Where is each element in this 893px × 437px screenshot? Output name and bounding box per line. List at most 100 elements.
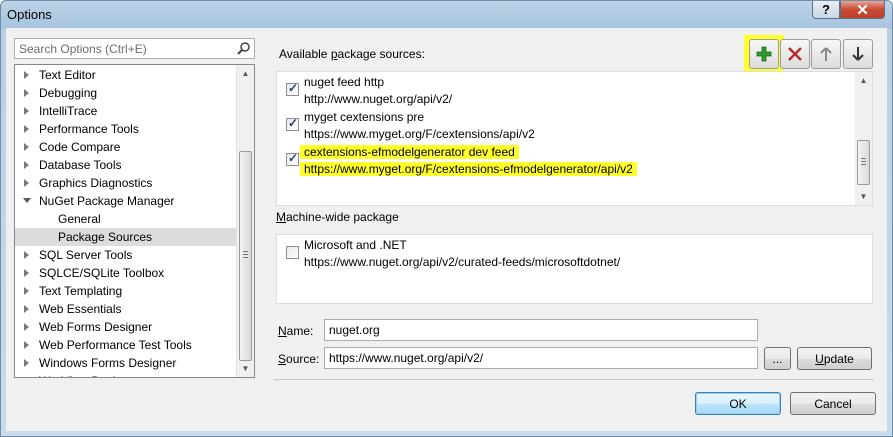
browse-button[interactable]: ...	[764, 347, 791, 370]
x-icon	[788, 47, 802, 61]
tree-item[interactable]: General	[15, 210, 237, 228]
source-enabled-checkbox[interactable]	[286, 81, 299, 96]
tree-item-label: Web Forms Designer	[39, 320, 153, 334]
sources-scrollbar[interactable]: ▲ ▼	[855, 72, 872, 205]
tree-item[interactable]: Performance Tools	[15, 120, 237, 138]
tree-item[interactable]: Text Editor	[15, 66, 237, 84]
source-name: cextensions-efmodelgenerator dev feed	[300, 145, 519, 159]
collapsed-arrow-icon[interactable]	[24, 251, 29, 259]
options-window: Options ? ✕ Search Options (Ctrl+E) Text…	[0, 0, 893, 437]
tree-item-label: Workflow Designer	[39, 372, 139, 377]
collapsed-arrow-icon[interactable]	[24, 107, 29, 115]
expanded-arrow-icon[interactable]	[23, 198, 31, 203]
arrow-down-icon	[852, 47, 864, 61]
move-up-button[interactable]	[811, 39, 841, 69]
collapsed-arrow-icon[interactable]	[24, 161, 29, 169]
title-bar: Options ? ✕	[1, 1, 892, 28]
source-url: https://www.myget.org/F/cextensions-efmo…	[300, 162, 637, 176]
tree-item[interactable]: SQL Server Tools	[15, 246, 237, 264]
tree-item-label: Web Performance Test Tools	[39, 338, 192, 352]
update-button[interactable]: Update	[797, 347, 872, 370]
package-sources-list[interactable]: nuget feed http http://www.nuget.org/api/…	[276, 71, 873, 206]
collapsed-arrow-icon[interactable]	[24, 359, 29, 367]
search-icon[interactable]	[236, 41, 251, 56]
collapsed-arrow-icon[interactable]	[24, 377, 29, 378]
window-title: Options	[7, 7, 52, 22]
collapsed-arrow-icon[interactable]	[24, 287, 29, 295]
scroll-thumb[interactable]	[239, 151, 252, 361]
source-field[interactable]: https://www.nuget.org/api/v2/	[324, 347, 758, 369]
available-sources-label: Available package sources:	[279, 47, 425, 61]
collapsed-arrow-icon[interactable]	[24, 71, 29, 79]
tree-item[interactable]: Web Performance Test Tools	[15, 336, 237, 354]
scroll-up-icon[interactable]: ▲	[237, 65, 254, 82]
tree-item[interactable]: Workflow Designer	[15, 372, 237, 378]
arrow-up-icon	[820, 47, 832, 61]
add-source-button[interactable]	[749, 39, 779, 69]
collapsed-arrow-icon[interactable]	[24, 269, 29, 277]
collapsed-arrow-icon[interactable]	[24, 179, 29, 187]
source-enabled-checkbox[interactable]	[286, 246, 299, 259]
tree-item-label: SQL Server Tools	[39, 248, 133, 262]
move-down-button[interactable]	[843, 39, 873, 69]
source-name: nuget feed http	[304, 75, 385, 89]
source-name: Microsoft and .NET	[304, 238, 407, 252]
tree-item-label: Database Tools	[39, 158, 122, 172]
source-url: http://www.nuget.org/api/v2/	[304, 92, 453, 106]
tree-item-label: Windows Forms Designer	[39, 356, 177, 370]
name-label: Name:	[278, 324, 314, 338]
close-button[interactable]: ✕	[840, 1, 885, 19]
tree-item-label: Debugging	[39, 86, 98, 100]
source-name: myget cextensions pre	[304, 110, 425, 124]
search-options-input[interactable]: Search Options (Ctrl+E)	[14, 38, 255, 59]
name-field[interactable]: nuget.org	[324, 319, 758, 341]
source-label: Source:	[278, 352, 320, 366]
tree-item[interactable]: Windows Forms Designer	[15, 354, 237, 372]
tree-item-label: Text Editor	[39, 68, 96, 82]
tree-item-label: General	[58, 212, 101, 226]
tree-item[interactable]: SQLCE/SQLite Toolbox	[15, 264, 237, 282]
tree-item[interactable]: Web Essentials	[15, 300, 237, 318]
sources-scroll-down-icon[interactable]: ▼	[855, 188, 872, 205]
tree-item[interactable]: IntelliTrace	[15, 102, 237, 120]
sources-scroll-up-icon[interactable]: ▲	[855, 72, 872, 89]
tree-item-label: IntelliTrace	[39, 104, 98, 118]
source-enabled-checkbox[interactable]	[286, 116, 299, 131]
sources-scroll-thumb[interactable]	[857, 140, 870, 185]
tree-item[interactable]: Database Tools	[15, 156, 237, 174]
collapsed-arrow-icon[interactable]	[24, 305, 29, 313]
collapsed-arrow-icon[interactable]	[24, 125, 29, 133]
source-url: https://www.nuget.org/api/v2/curated-fee…	[304, 255, 621, 269]
collapsed-arrow-icon[interactable]	[24, 323, 29, 331]
tree-item[interactable]: NuGet Package Manager	[15, 192, 237, 210]
tree-item[interactable]: Graphics Diagnostics	[15, 174, 237, 192]
tree-item-label: NuGet Package Manager	[39, 194, 175, 208]
collapsed-arrow-icon[interactable]	[24, 89, 29, 97]
ok-button[interactable]: OK	[695, 392, 781, 415]
source-enabled-checkbox[interactable]	[286, 151, 299, 166]
help-button[interactable]: ?	[812, 1, 840, 19]
collapsed-arrow-icon[interactable]	[24, 341, 29, 349]
source-url: https://www.myget.org/F/cextensions/api/…	[304, 127, 535, 141]
remove-source-button[interactable]	[780, 39, 810, 69]
search-placeholder: Search Options (Ctrl+E)	[19, 42, 147, 56]
tree-item-label: Text Templating	[39, 284, 123, 298]
tree-item-label: Performance Tools	[39, 122, 139, 136]
tree-scrollbar[interactable]: ▲ ▼	[236, 65, 254, 377]
tree-item[interactable]: Text Templating	[15, 282, 237, 300]
tree-item-label: SQLCE/SQLite Toolbox	[39, 266, 165, 280]
cancel-button[interactable]: Cancel	[790, 392, 876, 415]
separator	[274, 379, 874, 380]
plus-icon	[756, 46, 772, 62]
dialog-body: Search Options (Ctrl+E) Text Editor Debug…	[6, 28, 887, 431]
machine-wide-list[interactable]: Microsoft and .NET https://www.nuget.org/…	[276, 234, 873, 304]
options-tree[interactable]: Text Editor Debugging IntelliTrace Performa…	[14, 64, 255, 378]
tree-item[interactable]: Package Sources	[15, 228, 237, 246]
tree-item[interactable]: Debugging	[15, 84, 237, 102]
collapsed-arrow-icon[interactable]	[24, 143, 29, 151]
tree-item[interactable]: Web Forms Designer	[15, 318, 237, 336]
scroll-down-icon[interactable]: ▼	[237, 360, 254, 377]
tree-item-label: Package Sources	[58, 230, 153, 244]
tree-item[interactable]: Code Compare	[15, 138, 237, 156]
machine-wide-label: Machine-wide package	[276, 210, 399, 224]
